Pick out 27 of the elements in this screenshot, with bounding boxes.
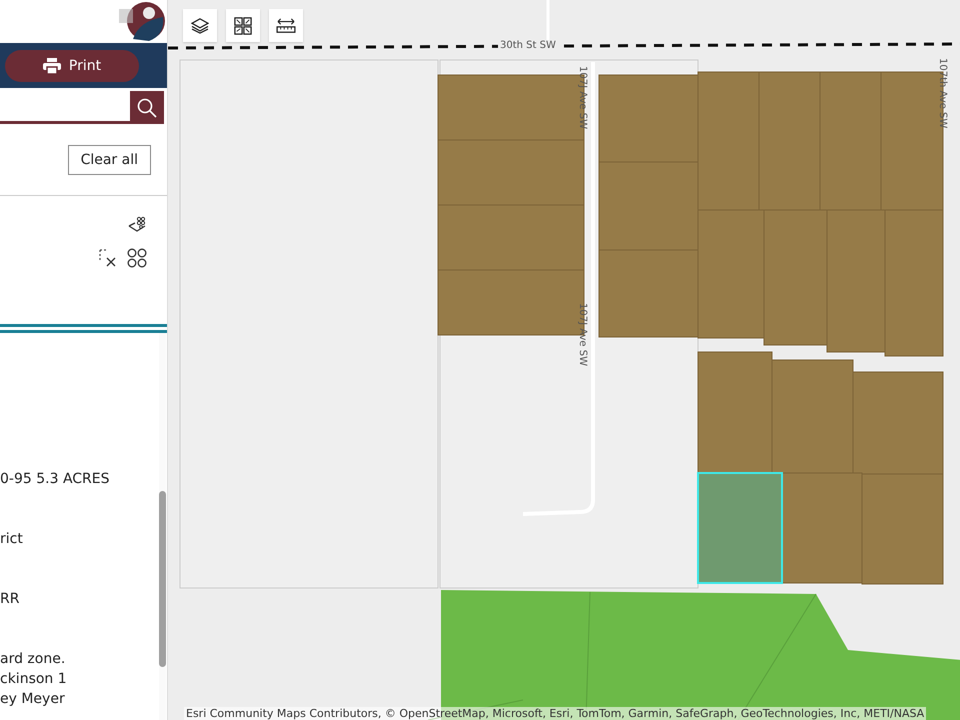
layers-icon <box>191 18 209 34</box>
road-label: 107J Ave SW <box>577 303 588 366</box>
print-button[interactable]: Print <box>5 50 139 82</box>
select-tool-button[interactable] <box>226 9 260 42</box>
detail-text: 0-95 5.3 ACRES <box>0 470 111 489</box>
detail-text: rict <box>0 530 24 549</box>
road-label: 107J Ave SW <box>577 66 588 129</box>
scrollbar[interactable] <box>159 333 166 720</box>
clear-selection-icon[interactable] <box>99 249 117 267</box>
printer-icon <box>42 58 61 74</box>
scrollbar-thumb[interactable] <box>159 491 166 667</box>
search-icon <box>137 98 157 118</box>
map-attribution: Esri Community Maps Contributors, © OpenStreetMap, Microsoft, Esri, TomTom, Garmin, SafeGraph, GeoTechnologies, Inc, METI/NASA <box>184 707 926 720</box>
clear-all-button[interactable]: Clear all <box>68 144 151 174</box>
road-label: 107th Ave SW <box>937 58 948 128</box>
detail-text: ard zone. <box>0 650 66 669</box>
measure-button[interactable] <box>269 9 303 42</box>
ruler-icon <box>276 18 296 34</box>
detail-text: ey Meyer <box>0 690 66 709</box>
detail-text: RR <box>0 590 20 609</box>
layer-select-icon[interactable] <box>127 216 147 234</box>
select-all-icon[interactable] <box>127 248 147 268</box>
layers-button[interactable] <box>183 9 217 42</box>
grid-select-icon <box>234 16 252 34</box>
detail-text: ckinson 1 <box>0 670 68 689</box>
road-label: 30th St SW <box>498 40 558 51</box>
search-button[interactable] <box>130 91 164 124</box>
